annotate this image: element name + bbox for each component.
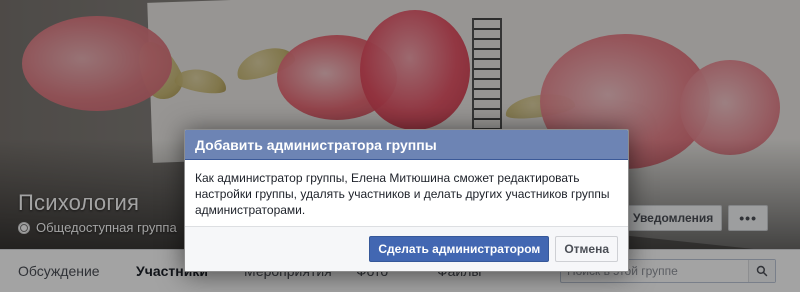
make-admin-button[interactable]: Сделать администратором — [369, 236, 550, 262]
dialog-message: Как администратор группы, Елена Митюшина… — [195, 171, 610, 217]
dialog-title: Добавить администратора группы — [195, 136, 437, 153]
dialog-footer: Сделать администратором Отмена — [185, 226, 628, 271]
dialog-header: Добавить администратора группы — [185, 130, 628, 160]
group-page: Психология Общедоступная группа Уведомле… — [0, 0, 800, 292]
dialog-body: Как администратор группы, Елена Митюшина… — [185, 160, 628, 226]
add-admin-dialog: Добавить администратора группы Как админ… — [184, 129, 629, 272]
cancel-button[interactable]: Отмена — [555, 236, 618, 262]
